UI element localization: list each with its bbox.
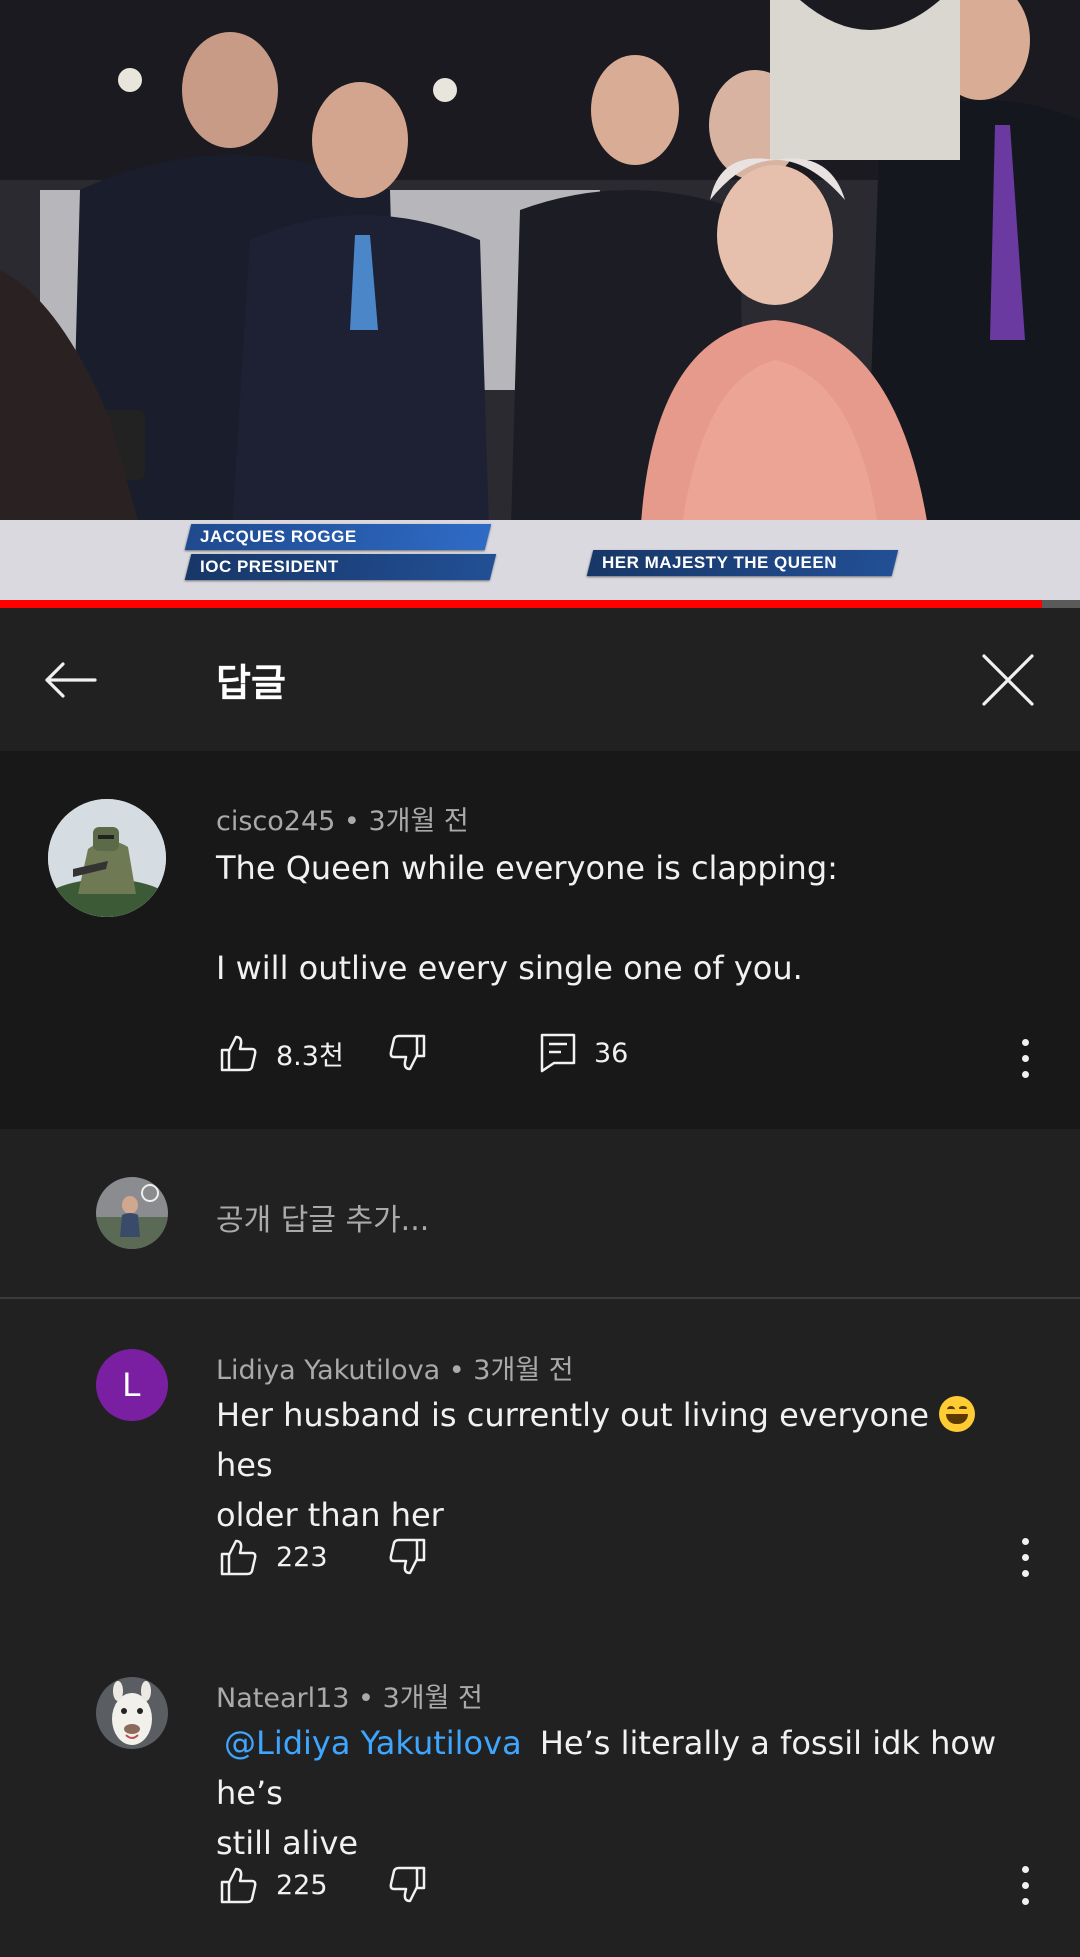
caption-left-name: Jacques Rogge bbox=[200, 527, 357, 546]
video-progress-fill bbox=[0, 600, 1043, 608]
video-player[interactable]: Jacques Rogge IOC President Her Majesty … bbox=[0, 0, 1080, 600]
thumbs-down-icon bbox=[389, 1866, 426, 1903]
dislike-button[interactable] bbox=[388, 1033, 428, 1073]
comment-text-part: older than her bbox=[216, 1496, 444, 1534]
close-button[interactable] bbox=[976, 648, 1040, 712]
comment-time: 3개월 전 bbox=[368, 806, 469, 837]
avatar[interactable]: L bbox=[96, 1349, 168, 1421]
back-button[interactable] bbox=[40, 650, 100, 710]
comment-text: Her husband is currently out living ever… bbox=[216, 1390, 1016, 1540]
like-count: 225 bbox=[276, 1869, 328, 1901]
comment-author[interactable]: cisco245 bbox=[216, 806, 335, 837]
thumbs-up-icon bbox=[220, 1867, 257, 1904]
like-count: 8.3천 bbox=[276, 1040, 344, 1072]
more-dot-icon bbox=[1021, 1038, 1029, 1046]
meta-separator: • bbox=[358, 1683, 374, 1714]
avatar bbox=[96, 1177, 168, 1249]
more-options-button[interactable] bbox=[1005, 1033, 1045, 1083]
dislike-button[interactable] bbox=[388, 1865, 428, 1905]
meta-separator: • bbox=[343, 806, 360, 837]
like-button[interactable]: 225 bbox=[218, 1865, 328, 1905]
laughing-emoji-icon bbox=[939, 1396, 976, 1432]
llama-avatar-image bbox=[96, 1677, 168, 1749]
comment-text-line-1: The Queen while everyone is clapping: bbox=[216, 849, 838, 887]
arrow-left-icon bbox=[45, 662, 97, 698]
comment-author[interactable]: Lidiya Yakutilova bbox=[216, 1355, 440, 1386]
close-icon bbox=[982, 654, 1034, 706]
thumbs-down-icon bbox=[389, 1034, 426, 1071]
thumbs-up-icon bbox=[220, 1035, 257, 1072]
dislike-button[interactable] bbox=[388, 1537, 428, 1577]
caption-right: Her Majesty The Queen bbox=[586, 550, 899, 576]
thumbs-up-icon bbox=[220, 1539, 257, 1576]
caption-right-name: Her Majesty The Queen bbox=[602, 553, 838, 572]
comment-text-line-2: I will outlive every single one of you. bbox=[216, 949, 803, 987]
video-progress-bar[interactable] bbox=[0, 600, 1080, 608]
add-reply-bar: 공개 답글 추가... bbox=[0, 1129, 1080, 1299]
thumbs-down-icon bbox=[389, 1538, 426, 1575]
current-user-avatar-image bbox=[96, 1177, 168, 1249]
like-button[interactable]: 8.3천 bbox=[218, 1033, 344, 1073]
meta-separator: • bbox=[448, 1355, 465, 1386]
like-count: 223 bbox=[276, 1541, 328, 1573]
comment-icon bbox=[540, 1033, 576, 1073]
comment-text: @Lidiya Yakutilova He’s literally a foss… bbox=[216, 1718, 1036, 1868]
like-button[interactable]: 223 bbox=[218, 1537, 328, 1577]
mention-link[interactable]: @Lidiya Yakutilova bbox=[216, 1724, 530, 1762]
reply-count-button[interactable]: 36 bbox=[540, 1033, 628, 1073]
comment-author[interactable]: Natearl13 bbox=[216, 1683, 349, 1714]
caption-left: Jacques Rogge IOC President bbox=[184, 524, 497, 580]
comment-text-part: still alive bbox=[216, 1824, 359, 1862]
video-frame-image bbox=[0, 0, 1080, 600]
main-comment: cisco245 • 3개월 전 The Queen while everyon… bbox=[0, 751, 1080, 1129]
avatar-letter: L bbox=[122, 1365, 142, 1404]
page-title: 답글 bbox=[216, 661, 286, 705]
replies-header: 답글 bbox=[0, 608, 1080, 751]
more-options-button[interactable] bbox=[1005, 1532, 1045, 1582]
more-dot-icon bbox=[1021, 1537, 1029, 1545]
reply-count: 36 bbox=[594, 1037, 629, 1069]
caption-left-title: IOC President bbox=[200, 557, 339, 576]
comment-meta: Lidiya Yakutilova • 3개월 전 bbox=[216, 1348, 574, 1387]
more-dot-icon bbox=[1021, 1865, 1029, 1873]
add-reply-input[interactable]: 공개 답글 추가... bbox=[216, 1195, 429, 1239]
comment-meta: cisco245 • 3개월 전 bbox=[216, 799, 469, 838]
comment-time: 3개월 전 bbox=[382, 1683, 483, 1714]
more-options-button[interactable] bbox=[1005, 1860, 1045, 1910]
comment-text-part: hes bbox=[216, 1446, 273, 1484]
avatar[interactable] bbox=[96, 1677, 168, 1749]
comment-time: 3개월 전 bbox=[473, 1355, 574, 1386]
avatar[interactable] bbox=[48, 799, 166, 917]
user-avatar-image bbox=[48, 799, 166, 917]
comment-text-part: Her husband is currently out living ever… bbox=[216, 1396, 940, 1434]
comment-meta: Natearl13 • 3개월 전 bbox=[216, 1676, 483, 1715]
